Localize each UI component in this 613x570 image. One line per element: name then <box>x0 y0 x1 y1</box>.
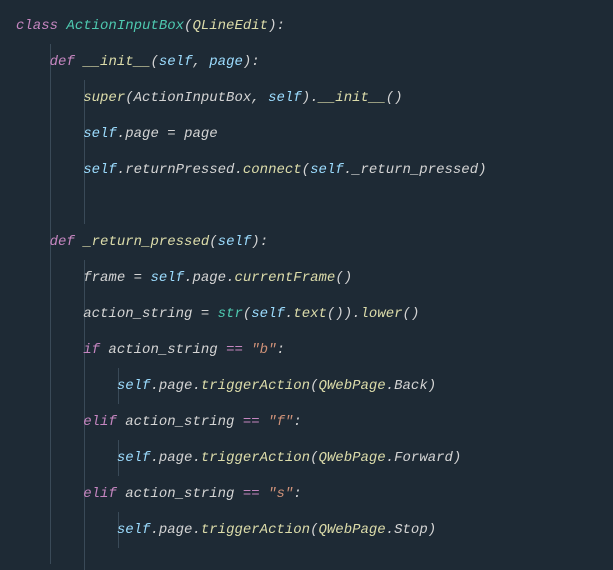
code-line: self.page.triggerAction(QWebPage.Forward… <box>0 440 613 476</box>
code-line: def __init__(self, page): <box>0 44 613 80</box>
code-line: action_string = str(self.text()).lower() <box>0 296 613 332</box>
keyword-elif: elif <box>83 414 117 430</box>
builtin-str: str <box>218 306 243 322</box>
code-line: super(ActionInputBox, self).__init__() <box>0 80 613 116</box>
self-param: self <box>159 54 193 70</box>
code-line: self.page = page <box>0 116 613 152</box>
code-line: if action_string == "b": <box>0 332 613 368</box>
code-line: self.page.triggerAction(QWebPage.Stop) <box>0 512 613 548</box>
code-line: class ActionInputBox(QLineEdit): <box>0 8 613 44</box>
code-line: elif action_string == "f": <box>0 404 613 440</box>
string-literal: "f" <box>260 414 294 430</box>
super-call: super <box>83 90 125 106</box>
code-editor[interactable]: class ActionInputBox(QLineEdit): def __i… <box>0 8 613 548</box>
string-literal: "b" <box>243 342 277 358</box>
code-line: def _return_pressed(self): <box>0 224 613 260</box>
code-line: self.returnPressed.connect(self._return_… <box>0 152 613 188</box>
string-literal: "s" <box>260 486 294 502</box>
keyword-def: def <box>50 234 75 250</box>
class-name: ActionInputBox <box>66 18 184 34</box>
base-class: QLineEdit <box>192 18 268 34</box>
method-name: __init__ <box>83 54 150 70</box>
code-line: elif action_string == "s": <box>0 476 613 512</box>
method-name: _return_pressed <box>83 234 209 250</box>
code-line: frame = self.page.currentFrame() <box>0 260 613 296</box>
keyword-def: def <box>50 54 75 70</box>
param: page <box>209 54 243 70</box>
blank-line <box>0 188 613 224</box>
code-line: self.page.triggerAction(QWebPage.Back) <box>0 368 613 404</box>
keyword-elif: elif <box>83 486 117 502</box>
keyword-if: if <box>83 342 100 358</box>
keyword-class: class <box>16 18 58 34</box>
